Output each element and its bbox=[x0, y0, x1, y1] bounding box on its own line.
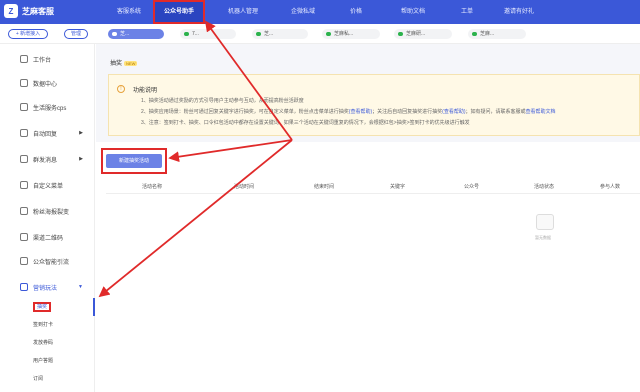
sidebar-item-mass-message[interactable]: 群发消息 ▶ bbox=[0, 152, 95, 166]
brand-name: 芝麻客服 bbox=[22, 6, 54, 16]
activity-table-panel: 新建抽奖活动 活动名称 活动时间 结束时间 关键字 公众号 活动状态 参与人数 … bbox=[96, 142, 640, 392]
wechat-icon bbox=[326, 32, 331, 36]
manage-button[interactable]: 管理 bbox=[64, 29, 88, 39]
column-header: 结束时间 bbox=[314, 184, 335, 190]
brand-logo: Z bbox=[4, 4, 18, 18]
sidebar-item-channel-qrcode[interactable]: 渠道二维码 bbox=[0, 230, 95, 244]
nav-bot-management[interactable]: 机器人管理 bbox=[211, 0, 275, 24]
user-icon bbox=[20, 155, 28, 163]
grid-icon bbox=[20, 181, 28, 189]
caret-right-icon: ▶ bbox=[79, 156, 83, 162]
sidebar-item-custom-menu[interactable]: 自定义菜单 bbox=[0, 178, 95, 192]
account-tab[interactable]: 芝... bbox=[108, 29, 164, 39]
link-icon bbox=[20, 257, 28, 265]
new-badge: NEW bbox=[124, 61, 138, 66]
add-access-button[interactable]: + 新增接入 bbox=[8, 29, 48, 39]
help-link[interactable]: (查看帮助) bbox=[349, 109, 372, 115]
nav-pricing[interactable]: 价格 bbox=[331, 0, 381, 24]
account-tab[interactable]: 芝麻研... bbox=[394, 29, 452, 39]
gift-icon bbox=[20, 283, 28, 291]
account-tab[interactable]: 芝麻... bbox=[468, 29, 526, 39]
account-tab[interactable]: 7... bbox=[180, 29, 236, 39]
main-content: 抽奖 NEW ! 功能说明 1、抽奖活动通过奖励的方式引导用户主动参与互动，从而提… bbox=[96, 44, 640, 392]
submenu-checkin[interactable]: 签到打卡 bbox=[33, 320, 53, 330]
wechat-icon bbox=[112, 32, 117, 36]
column-header: 关键字 bbox=[390, 184, 406, 190]
empty-text: 暂无数据 bbox=[535, 235, 551, 240]
column-header: 公众号 bbox=[464, 184, 480, 190]
caret-down-icon: ▼ bbox=[78, 284, 83, 290]
sidebar-item-marketing[interactable]: 营销玩法 ▼ bbox=[0, 280, 95, 294]
create-lottery-button[interactable]: 新建抽奖活动 bbox=[106, 154, 162, 168]
nav-wecom-private[interactable]: 企微私域 bbox=[275, 0, 331, 24]
sidebar-item-fan-poster[interactable]: 粉丝海报裂变 bbox=[0, 204, 95, 218]
active-indicator bbox=[93, 298, 95, 316]
column-header: 活动名称 bbox=[142, 184, 163, 190]
nav-invite-rewards[interactable]: 邀请有好礼 bbox=[489, 0, 549, 24]
sidebar-item-life-cps[interactable]: 生活服务cps bbox=[0, 100, 95, 114]
caret-right-icon: ▶ bbox=[79, 130, 83, 136]
reply-icon bbox=[20, 129, 28, 137]
brand[interactable]: Z 芝麻客服 bbox=[4, 4, 54, 18]
submenu-lottery[interactable]: 抽奖 bbox=[33, 302, 52, 312]
nav-help-docs[interactable]: 帮助文档 bbox=[381, 0, 445, 24]
submenu-subscribe[interactable]: 订阅 bbox=[33, 374, 43, 384]
help-link[interactable]: (查看帮助) bbox=[442, 109, 465, 115]
account-tab[interactable]: 芝... bbox=[252, 29, 308, 39]
column-header: 参与人数 bbox=[600, 184, 621, 190]
account-bar: + 新增接入 管理 芝... 7... 芝... 芝麻私... 芝麻研... 芝… bbox=[0, 24, 640, 44]
sidebar-item-auto-reply[interactable]: 自动回复 ▶ bbox=[0, 126, 95, 140]
account-tab[interactable]: 芝麻私... bbox=[322, 29, 380, 39]
notice-line: 1、抽奖活动通过奖励的方式引导用户主动参与互动，从而提高粉丝活跃度 bbox=[141, 98, 304, 104]
column-header: 活动时间 bbox=[234, 184, 255, 190]
qrcode-icon bbox=[20, 233, 28, 241]
warning-icon: ! bbox=[117, 85, 125, 93]
sidebar-item-data-center[interactable]: 数据中心 bbox=[0, 76, 95, 90]
wechat-icon bbox=[398, 32, 403, 36]
nav-official-account-assistant[interactable]: 公众号助手 bbox=[153, 0, 205, 24]
notice-line: 3、注意：签到打卡、抽奖、口令红包活动中都存在设置关键词，如果三个活动在关键词重… bbox=[141, 120, 470, 126]
home-icon bbox=[20, 55, 28, 63]
sidebar: 工作台 数据中心 生活服务cps 自动回复 ▶ 群发消息 ▶ 自定义菜单 粉丝海报裂… bbox=[0, 44, 95, 392]
poster-icon bbox=[20, 207, 28, 215]
share-icon bbox=[20, 103, 28, 111]
main-nav: 客服系统 公众号助手 机器人管理 企微私域 价格 帮助文档 工单 邀请有好礼 bbox=[105, 0, 549, 24]
wechat-icon bbox=[472, 32, 477, 36]
sidebar-item-workbench[interactable]: 工作台 bbox=[0, 52, 95, 66]
table-header: 活动名称 活动时间 结束时间 关键字 公众号 活动状态 参与人数 bbox=[106, 178, 640, 194]
notice-line: 2、抽奖应用场景：粉丝可通过回复关键字进行抽奖，可在自定义菜单，粉丝点击菜单进行… bbox=[141, 109, 556, 115]
empty-box-icon bbox=[536, 214, 554, 230]
top-nav-bar: Z 芝麻客服 客服系统 公众号助手 机器人管理 企微私域 价格 帮助文档 工单 … bbox=[0, 0, 640, 24]
submenu-coupon[interactable]: 发放券码 bbox=[33, 338, 53, 348]
nav-customer-service[interactable]: 客服系统 bbox=[105, 0, 153, 24]
feature-notice: ! 功能说明 1、抽奖活动通过奖励的方式引导用户主动参与互动，从而提高粉丝活跃度… bbox=[108, 74, 640, 136]
chart-icon bbox=[20, 79, 28, 87]
help-docs-link[interactable]: 查看帮助文档 bbox=[526, 109, 556, 115]
sidebar-item-smart-traffic[interactable]: 公众智能引流 bbox=[0, 254, 95, 268]
submenu-quiz[interactable]: 用户答题 bbox=[33, 356, 53, 366]
nav-tickets[interactable]: 工单 bbox=[445, 0, 489, 24]
wechat-icon bbox=[256, 32, 261, 36]
notice-title: 功能说明 bbox=[133, 88, 158, 94]
wechat-icon bbox=[184, 32, 189, 36]
column-header: 活动状态 bbox=[534, 184, 555, 190]
page-title: 抽奖 NEW bbox=[110, 61, 138, 67]
